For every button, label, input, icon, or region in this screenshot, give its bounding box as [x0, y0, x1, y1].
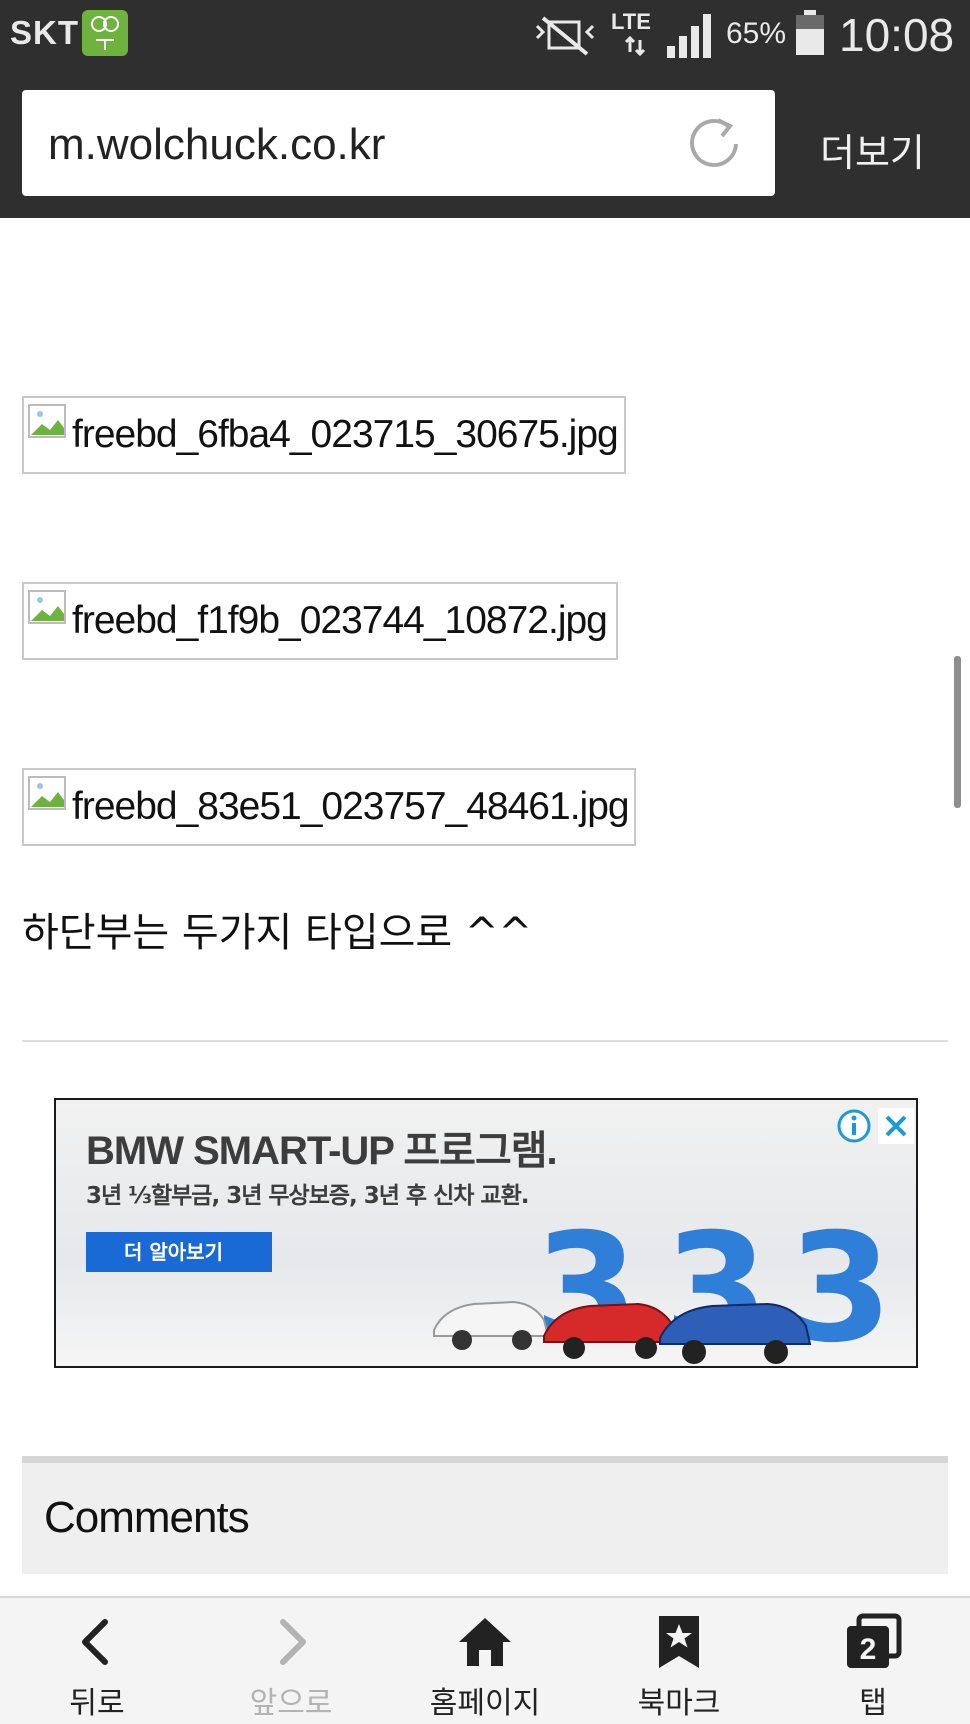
- url-text[interactable]: m.wolchuck.co.kr: [48, 120, 385, 170]
- image-filename: freebd_f1f9b_023744_10872.jpg: [72, 599, 608, 642]
- ad-info-icon[interactable]: [836, 1108, 872, 1148]
- bookmark-icon: [649, 1612, 709, 1676]
- nav-bookmark-label: 북마크: [637, 1686, 721, 1721]
- clock: 10:08: [839, 9, 955, 61]
- back-icon: [67, 1612, 127, 1676]
- tab-count: 2: [860, 1633, 877, 1666]
- nav-forward-label: 앞으로: [249, 1686, 333, 1721]
- divider: [22, 1040, 948, 1042]
- ad-banner[interactable]: BMW SMART-UP 프로그램. 3년 ⅓할부금, 3년 무상보증, 3년 …: [54, 1098, 918, 1368]
- nav-home-button[interactable]: 홈페이지: [388, 1598, 582, 1724]
- nav-bookmark-button[interactable]: 북마크: [582, 1598, 776, 1724]
- ad-close-icon[interactable]: [878, 1108, 914, 1148]
- image-filename: freebd_6fba4_023715_30675.jpg: [72, 413, 619, 456]
- nav-forward-button[interactable]: 앞으로: [194, 1598, 388, 1724]
- data-activity-icon: [624, 35, 646, 60]
- nav-tabs-button[interactable]: 2 탭: [776, 1598, 970, 1724]
- more-button[interactable]: 더보기: [820, 122, 925, 177]
- comments-section: Comments: [22, 1456, 948, 1574]
- battery-percent: 65%: [726, 17, 787, 50]
- broken-image-icon: [28, 590, 70, 632]
- svg-text:3: 3: [534, 1202, 638, 1368]
- broken-image-3: freebd_83e51_023757_48461.jpg: [22, 768, 636, 846]
- broken-image-2: freebd_f1f9b_023744_10872.jpg: [22, 582, 618, 660]
- comments-title: Comments: [44, 1493, 250, 1542]
- vibrate-mute-icon: [533, 16, 597, 60]
- signal-strength-icon: [667, 14, 713, 62]
- page-content: freebd_6fba4_023715_30675.jpg freebd_f1f…: [0, 218, 970, 1596]
- broken-image-icon: [28, 404, 70, 446]
- bottom-navigation-bar: 뒤로 앞으로 홈페이지 북마크 2 탭: [0, 1596, 970, 1724]
- tabs-icon: 2: [843, 1612, 903, 1676]
- nav-home-label: 홈페이지: [429, 1686, 541, 1721]
- nav-back-label: 뒤로: [69, 1686, 125, 1721]
- nav-tabs-label: 탭: [859, 1686, 887, 1721]
- battery-icon: [795, 10, 825, 60]
- broken-image-1: freebd_6fba4_023715_30675.jpg: [22, 396, 626, 474]
- carrier-label: SKT: [10, 14, 79, 51]
- broken-image-icon: [28, 776, 70, 818]
- image-filename: freebd_83e51_023757_48461.jpg: [72, 785, 630, 828]
- forward-icon: [261, 1612, 321, 1676]
- body-text: 하단부는 두가지 타입으로 ^^: [22, 910, 532, 956]
- looting-app-icon: [82, 10, 128, 56]
- browser-toolbar: m.wolchuck.co.kr 더보기: [0, 70, 970, 218]
- ad-learn-more-button[interactable]: 더 알아보기: [86, 1232, 272, 1272]
- nav-back-button[interactable]: 뒤로: [0, 1598, 194, 1724]
- status-bar: SKT LTE 65% 10:08: [0, 0, 970, 70]
- scrollbar[interactable]: [954, 656, 961, 808]
- ad-title: BMW SMART-UP 프로그램.: [86, 1129, 558, 1173]
- reload-icon[interactable]: [684, 114, 744, 178]
- address-bar[interactable]: m.wolchuck.co.kr: [22, 90, 775, 196]
- home-icon: [455, 1612, 515, 1676]
- ad-car-graphic: 3 3 3: [426, 1190, 916, 1368]
- network-type-label: LTE: [611, 9, 651, 34]
